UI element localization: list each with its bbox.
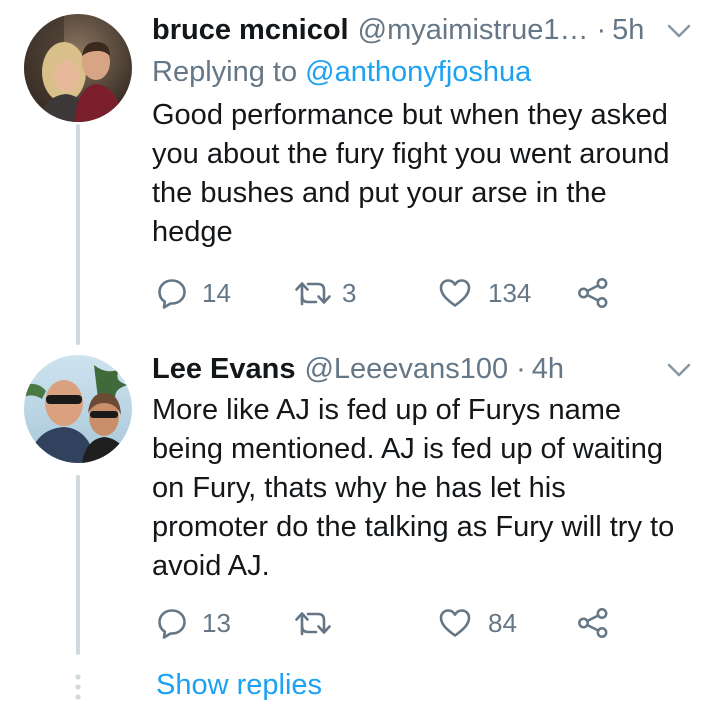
separator-dot: · [596,14,607,46]
reply-button[interactable]: 13 [156,603,231,643]
retweet-count: 3 [342,277,357,308]
retweet-icon [295,612,331,636]
tweet-text: Good performance but when they asked you… [152,99,670,248]
like-button[interactable]: 134 [438,273,531,313]
like-count: 134 [488,277,532,308]
tweet-header: Lee Evans @Leeevans100 · 4h [152,352,700,386]
mention-link[interactable]: @anthonyfjoshua [305,56,531,88]
like-button[interactable]: 84 [438,603,517,643]
replying-to: Replying to @anthonyfjoshua [152,55,531,89]
replying-prefix: Replying to [152,56,298,88]
like-count: 84 [488,607,517,638]
timestamp[interactable]: 4h [532,352,564,386]
timestamp[interactable]: 5h [612,13,644,47]
user-handle[interactable]: @myaimistrue1… [358,13,589,47]
avatar[interactable] [24,14,132,122]
tweet-header: bruce mcnicol @myaimistrue1… · 5h [152,13,700,47]
tweet-bruce-mcnicol[interactable]: bruce mcnicol @myaimistrue1… · 5h Replyi… [0,0,720,345]
more-replies-dots-icon [75,674,81,700]
tweet-actions: 13 84 [152,603,622,643]
thread-line [76,475,80,655]
share-icon [578,278,608,308]
heart-icon [439,279,471,307]
reply-count: 13 [202,607,231,638]
chevron-down-icon[interactable] [666,22,692,40]
tweet-lee-evans[interactable]: Lee Evans @Leeevans100 · 4h More like AJ… [0,345,720,665]
tweet-actions: 14 3 134 [152,273,622,313]
user-handle[interactable]: @Leeevans100 [304,352,508,386]
retweet-button[interactable] [294,603,342,643]
reply-icon [158,609,186,639]
share-icon [578,608,608,638]
reply-button[interactable]: 14 [156,273,231,313]
display-name[interactable]: Lee Evans [152,352,295,386]
separator-dot: · [516,353,526,385]
retweet-button[interactable]: 3 [294,273,356,313]
retweet-icon [295,282,331,306]
display-name[interactable]: bruce mcnicol [152,13,349,47]
reply-count: 14 [202,277,231,308]
share-button[interactable] [576,603,610,643]
thread-line [76,124,80,345]
avatar[interactable] [24,355,132,463]
reply-icon [158,279,186,309]
tweet-text: More like AJ is fed up of Furys name bei… [152,394,675,582]
chevron-down-icon[interactable] [666,361,692,379]
share-button[interactable] [576,273,610,313]
heart-icon [439,609,471,637]
show-replies-link[interactable]: Show replies [156,666,322,704]
